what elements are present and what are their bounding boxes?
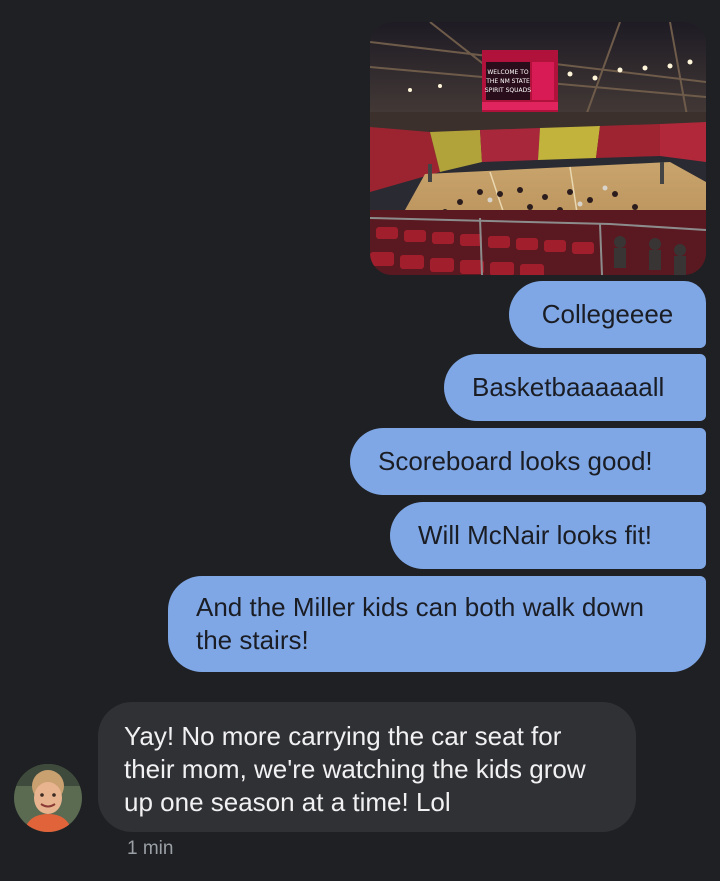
outgoing-message[interactable]: And the Miller kids can both walk down t… xyxy=(168,576,706,672)
avatar-image xyxy=(14,764,82,832)
svg-text:SPIRIT SQUADS: SPIRIT SQUADS xyxy=(485,87,531,94)
arena-photo-image: WELCOME TO THE NM STATE SPIRIT SQUADS xyxy=(370,22,706,275)
sender-avatar[interactable] xyxy=(14,764,82,832)
svg-text:THE NM STATE: THE NM STATE xyxy=(485,78,530,85)
message-text: Collegeeee xyxy=(541,299,674,329)
outgoing-message[interactable]: Scoreboard looks good! xyxy=(350,428,706,495)
message-text: Basketbaaaaaall xyxy=(472,372,665,402)
outgoing-message[interactable]: Collegeeee xyxy=(509,281,706,348)
svg-text:WELCOME TO: WELCOME TO xyxy=(487,69,529,76)
message-text: Scoreboard looks good! xyxy=(378,446,653,476)
incoming-message[interactable]: Yay! No more carrying the car seat for t… xyxy=(98,702,636,832)
message-text: Will McNair looks fit! xyxy=(418,520,653,550)
message-timestamp: 1 min xyxy=(127,838,174,859)
message-text: And the Miller kids can both walk down t… xyxy=(196,592,645,655)
outgoing-message[interactable]: Will McNair looks fit! xyxy=(390,502,706,569)
outgoing-message[interactable]: Basketbaaaaaall xyxy=(444,354,706,421)
arena-photo[interactable]: WELCOME TO THE NM STATE SPIRIT SQUADS xyxy=(370,22,706,275)
conversation-screen: WELCOME TO THE NM STATE SPIRIT SQUADS Co… xyxy=(0,0,720,881)
message-text: Yay! No more carrying the car seat for t… xyxy=(124,721,586,817)
